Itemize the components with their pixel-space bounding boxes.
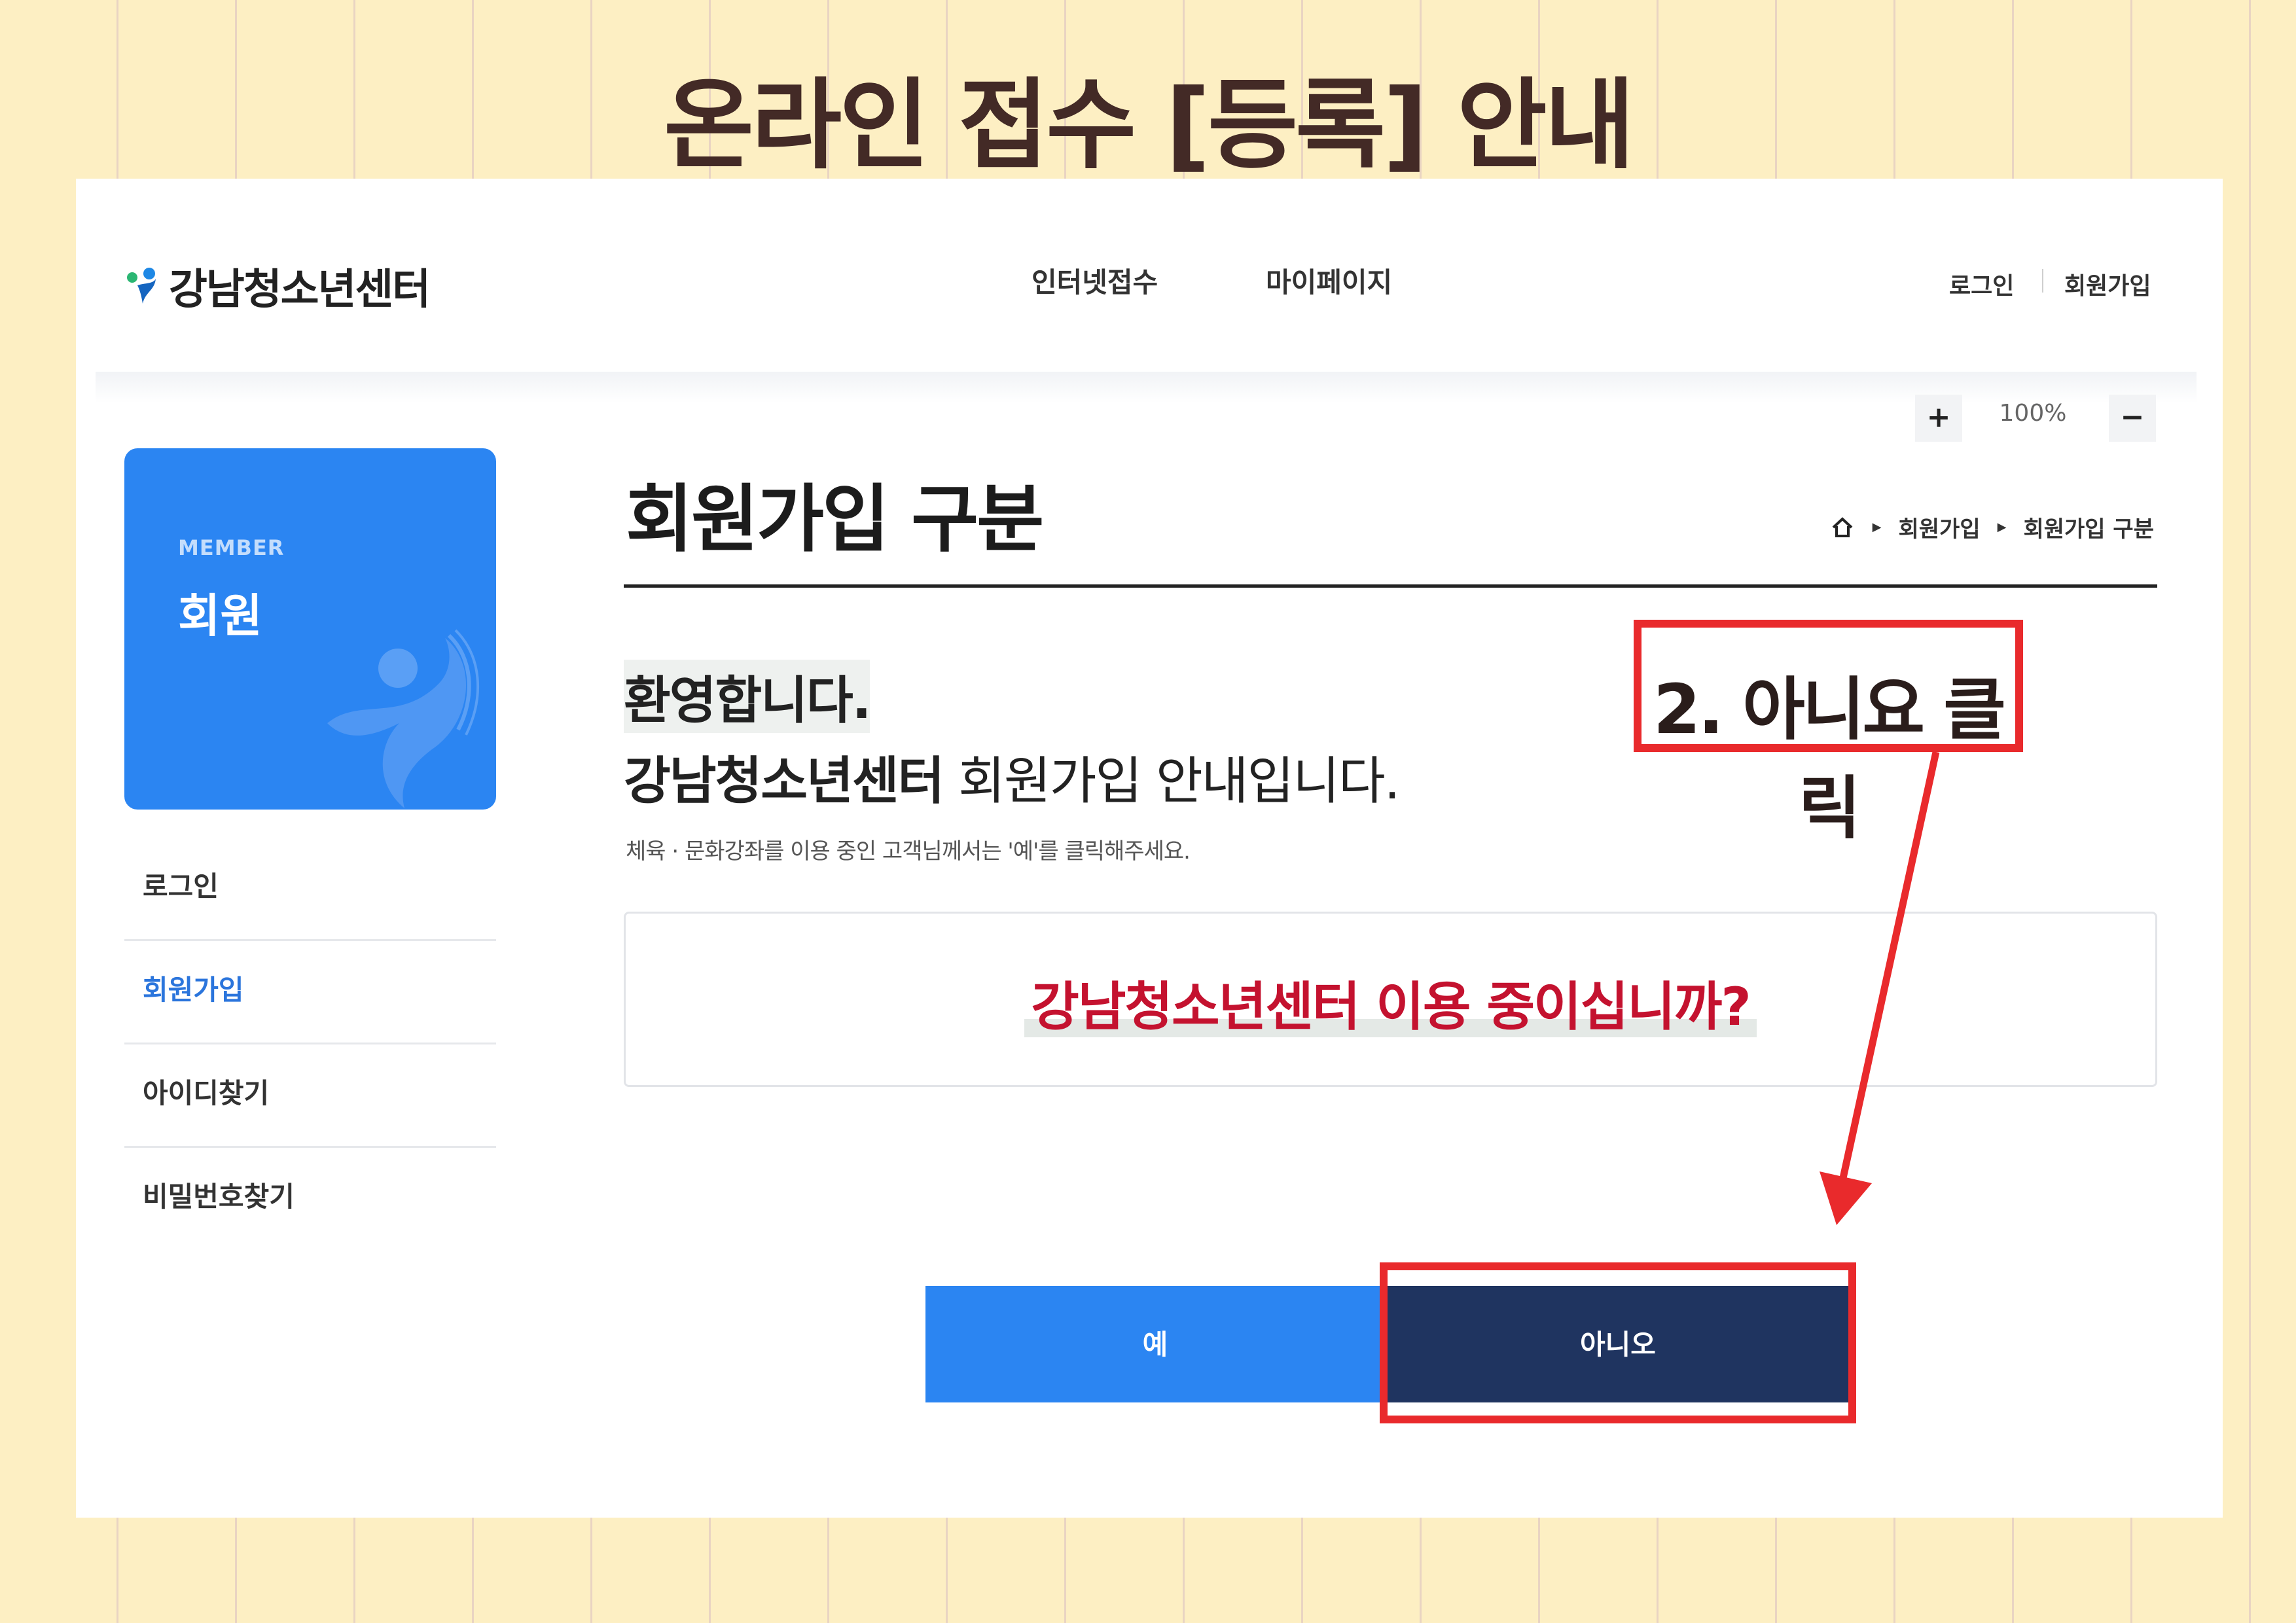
question-text: 강남청소년센터 이용 중이십니까? <box>626 965 2155 1041</box>
logo-icon <box>127 268 156 304</box>
browser-screenshot: 강남청소년센터 인터넷접수 마이페이지 로그인 회원가입 + 100% − ME… <box>76 179 2223 1518</box>
page-heading: 회원가입 구분 <box>626 477 1044 562</box>
zoom-level: 100% <box>1999 400 2067 427</box>
member-eyebrow: MEMBER <box>178 535 285 560</box>
welcome-text: 환영합니다. <box>624 660 871 733</box>
zoom-in-button[interactable]: + <box>1915 395 1962 442</box>
notice-text: 체육 · 문화강좌를 이용 중인 고객님께서는 '예'를 클릭해주세요. <box>626 838 1191 865</box>
member-card: MEMBER 회원 <box>124 448 496 810</box>
sidebar-item-login[interactable]: 로그인 <box>124 838 496 941</box>
home-icon[interactable] <box>1829 514 1856 541</box>
breadcrumb: ▶ 회원가입 ▶ 회원가입 구분 <box>1829 511 2154 543</box>
nav-internet-registration[interactable]: 인터넷접수 <box>1031 260 1158 300</box>
breadcrumb-item[interactable]: 회원가입 <box>1899 511 1981 543</box>
poster-title: 온라인 접수 [등록] 안내 <box>664 69 1635 183</box>
member-figure-icon <box>327 629 480 808</box>
nav-mypage[interactable]: 마이페이지 <box>1266 260 1392 300</box>
site-logo[interactable]: 강남청소년센터 <box>123 256 431 316</box>
util-divider <box>2042 269 2043 293</box>
sidebar-item-find-password[interactable]: 비밀번호찾기 <box>124 1148 496 1251</box>
annotation-highlight-box <box>1380 1262 1856 1423</box>
breadcrumb-current: 회원가입 구분 <box>2023 516 2154 543</box>
sidebar-item-signup[interactable]: 회원가입 <box>124 941 496 1044</box>
header-login-link[interactable]: 로그인 <box>1949 267 2014 301</box>
member-heading: 회원 <box>178 589 262 643</box>
header-signup-link[interactable]: 회원가입 <box>2064 267 2151 301</box>
intro-text: 강남청소년센터 회원가입 안내입니다. <box>624 740 1401 813</box>
sidebar-item-find-id[interactable]: 아이디찾기 <box>124 1044 496 1148</box>
question-label: 강남청소년센터 이용 중이십니까? <box>1024 976 1757 1037</box>
annotation-callout: 2. 아니요 클릭 <box>1634 620 2023 848</box>
title-divider <box>624 584 2157 588</box>
logo-text: 강남청소년센터 <box>169 266 431 314</box>
intro-center-name: 강남청소년센터 <box>624 752 944 811</box>
yes-button[interactable]: 예 <box>925 1286 1385 1402</box>
intro-rest: 회원가입 안내입니다. <box>943 752 1400 811</box>
header-divider <box>96 372 2197 403</box>
annotation-text: 2. 아니요 클릭 <box>1653 669 2006 848</box>
question-box: 강남청소년센터 이용 중이십니까? <box>624 912 2157 1087</box>
breadcrumb-separator-icon: ▶ <box>1997 520 2007 534</box>
breadcrumb-separator-icon: ▶ <box>1872 520 1882 534</box>
zoom-out-button[interactable]: − <box>2109 395 2156 442</box>
